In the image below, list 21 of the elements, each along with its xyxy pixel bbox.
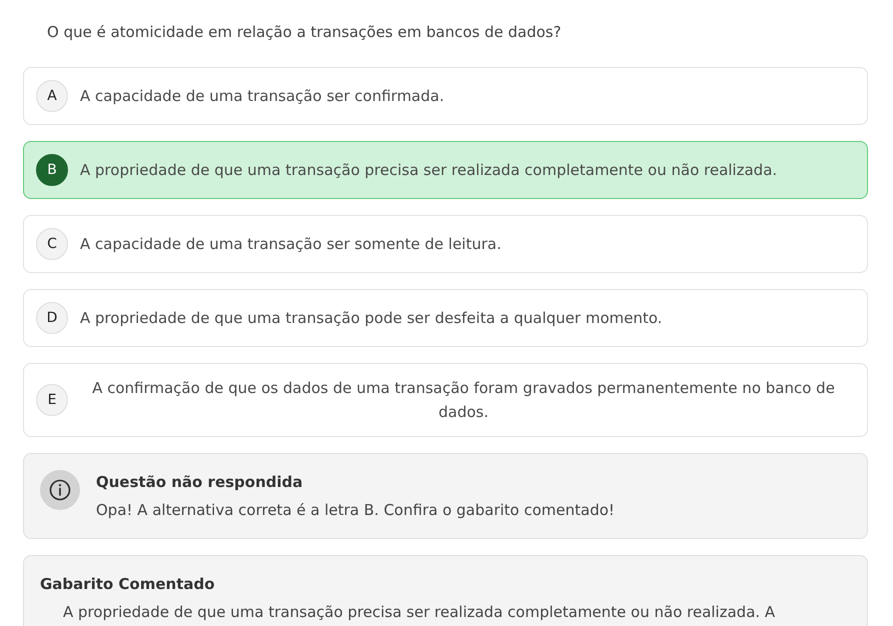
answer-option[interactable]: D A propriedade de que uma transação pode ser desfeita a qualquer momento. <box>23 289 868 347</box>
answer-option[interactable]: A A capacidade de uma transação ser confirmada. <box>23 67 868 125</box>
info-icon <box>40 470 80 510</box>
option-text: A propriedade de que uma transação precisa ser realizada completamente ou não realizada. <box>80 160 778 181</box>
answer-option[interactable]: E A confirmação de que os dados de uma transação foram gravados permanentemente no banco de dados. <box>23 363 868 437</box>
option-letter: C <box>36 228 68 260</box>
commentary-title: Gabarito Comentado <box>40 574 216 595</box>
option-text: A confirmação de que os dados de uma transação foram gravados permanentemente no banco de dados. <box>91 378 836 423</box>
answer-option[interactable]: B A propriedade de que uma transação precisa ser realizada completamente ou não realizada. <box>23 141 868 199</box>
option-text: A propriedade de que uma transação pode ser desfeita a qualquer momento. <box>80 308 662 329</box>
option-text: A capacidade de uma transação ser confirmada. <box>80 86 444 107</box>
option-letter: E <box>36 384 68 416</box>
feedback-message: Opa! A alternativa correta é a letra B. Confira o gabarito comentado! <box>96 500 615 521</box>
commentary-text: A propriedade de que uma transação precisa ser realizada completamente ou não realizada. A <box>62 602 776 623</box>
option-letter: D <box>36 302 68 334</box>
feedback-title: Questão não respondida <box>96 472 304 493</box>
option-text: A capacidade de uma transação ser somente de leitura. <box>80 234 502 255</box>
question-text: O que é atomicidade em relação a transações em bancos de dados? <box>46 22 562 43</box>
option-letter: A <box>36 80 68 112</box>
answer-option[interactable]: C A capacidade de uma transação ser somente de leitura. <box>23 215 868 273</box>
option-letter: B <box>36 154 68 186</box>
